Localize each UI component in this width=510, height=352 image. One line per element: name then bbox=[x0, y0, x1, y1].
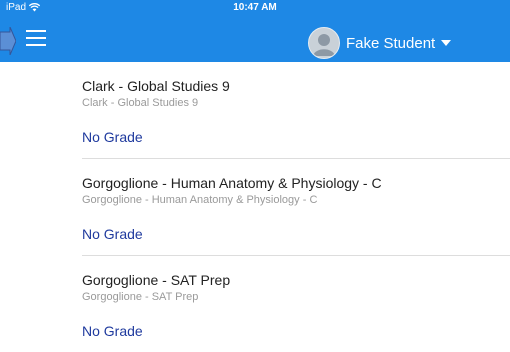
course-grade-link[interactable]: No Grade bbox=[82, 129, 143, 145]
course-item[interactable]: Clark - Global Studies 9 Clark - Global … bbox=[82, 62, 510, 159]
status-time: 10:47 AM bbox=[233, 2, 277, 13]
avatar-icon bbox=[308, 27, 340, 59]
menu-icon bbox=[26, 30, 46, 32]
user-menu[interactable]: Fake Student bbox=[308, 27, 452, 59]
menu-button[interactable] bbox=[26, 30, 48, 48]
course-list: Clark - Global Studies 9 Clark - Global … bbox=[82, 62, 510, 352]
course-subtitle: Clark - Global Studies 9 bbox=[82, 97, 199, 109]
course-title: Gorgoglione - SAT Prep bbox=[82, 272, 231, 288]
menu-icon-bar bbox=[26, 37, 46, 39]
course-subtitle: Gorgoglione - Human Anatomy & Physiology… bbox=[82, 194, 318, 206]
course-grade-link[interactable]: No Grade bbox=[82, 323, 143, 339]
course-subtitle: Gorgoglione - SAT Prep bbox=[82, 291, 199, 303]
caret-down-icon bbox=[441, 40, 452, 46]
course-item[interactable]: Gorgoglione - SAT Prep Gorgoglione - SAT… bbox=[82, 256, 510, 352]
course-title: Clark - Global Studies 9 bbox=[82, 78, 230, 94]
top-bar: iPad 10:47 AM Fake Student bbox=[0, 0, 510, 62]
course-title: Gorgoglione - Human Anatomy & Physiology… bbox=[82, 175, 382, 191]
menu-icon-bar bbox=[26, 44, 46, 46]
pointer-arrow-icon bbox=[0, 27, 16, 55]
course-item[interactable]: Gorgoglione - Human Anatomy & Physiology… bbox=[82, 159, 510, 256]
user-name: Fake Student bbox=[346, 34, 436, 52]
course-grade-link[interactable]: No Grade bbox=[82, 226, 143, 242]
